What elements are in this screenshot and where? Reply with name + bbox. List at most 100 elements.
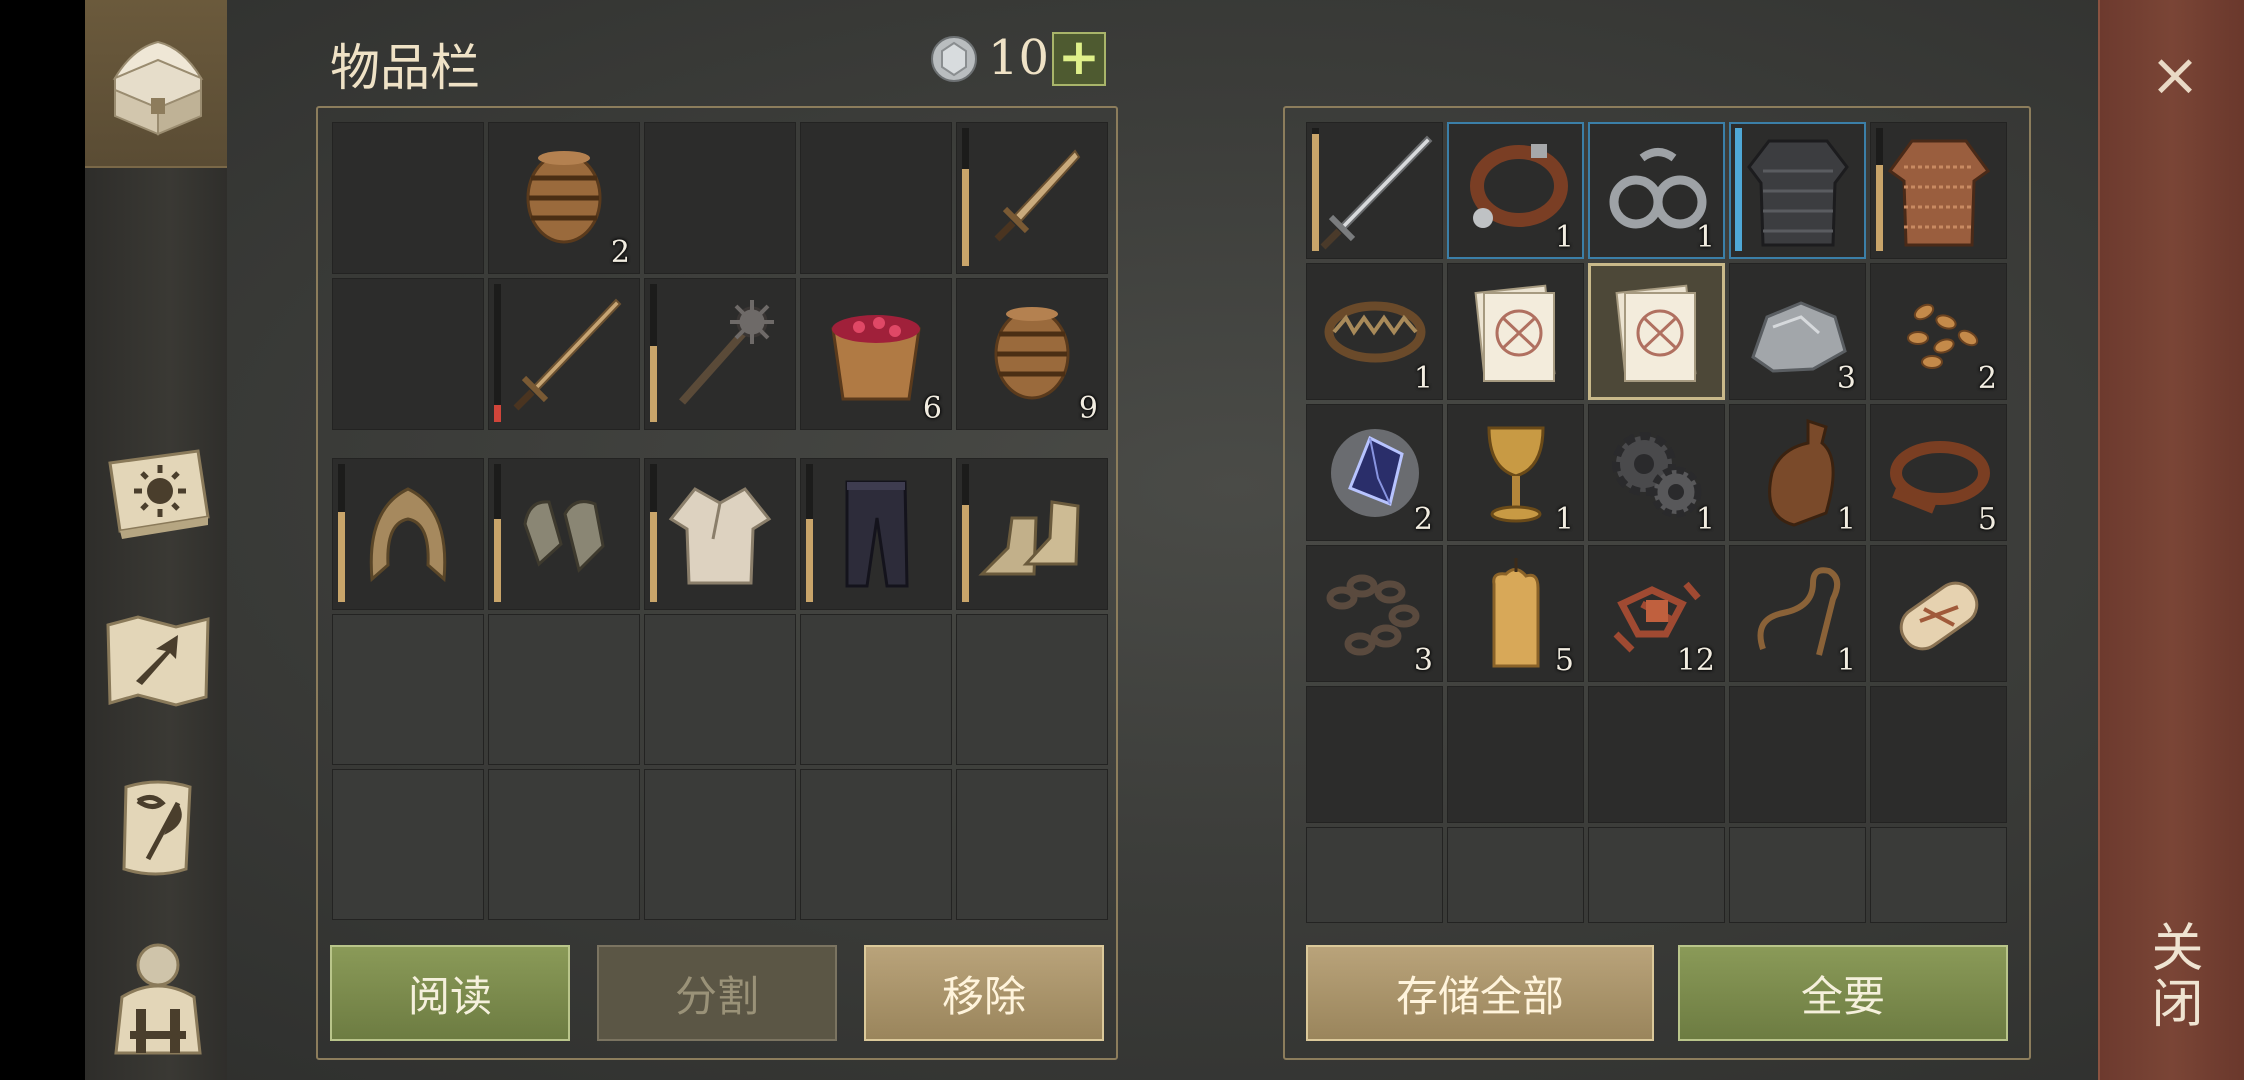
empty-slot[interactable] — [1447, 686, 1584, 823]
item-quantity: 9 — [1078, 391, 1098, 426]
item-quantity: 3 — [1836, 361, 1856, 396]
item-slot[interactable]: 1 — [1447, 404, 1584, 541]
close-icon[interactable]: × — [2140, 40, 2210, 110]
durability-fill — [338, 512, 345, 602]
empty-slot[interactable] — [332, 769, 484, 920]
item-quantity: 1 — [1554, 220, 1574, 255]
item-slot[interactable]: 2 — [488, 122, 640, 274]
item-slot[interactable]: 1 — [1729, 404, 1866, 541]
item-slot[interactable]: 1 — [1447, 122, 1584, 259]
item-slot[interactable]: 1 — [1588, 404, 1725, 541]
empty-slot[interactable] — [956, 614, 1108, 765]
empty-slot[interactable] — [644, 122, 796, 274]
empty-slot[interactable] — [956, 769, 1108, 920]
item-slot[interactable] — [1870, 545, 2007, 682]
character-backpack-icon[interactable] — [95, 932, 220, 1057]
empty-slot[interactable] — [1870, 686, 2007, 823]
screen-bezel — [0, 0, 85, 1080]
take-all-button[interactable]: 全要 — [1678, 945, 2008, 1041]
item-slot[interactable] — [1306, 122, 1443, 259]
durability-fill — [962, 505, 969, 602]
item-slot[interactable]: 3 — [1729, 263, 1866, 400]
remove-button[interactable]: 移除 — [864, 945, 1104, 1041]
close-label[interactable]: 关闭 — [2130, 920, 2210, 1050]
close-panel[interactable] — [2098, 0, 2244, 1080]
empty-slot[interactable] — [644, 614, 796, 765]
item-quantity: 1 — [1836, 643, 1856, 678]
map-arrow-icon[interactable] — [95, 598, 220, 723]
store-all-button[interactable]: 存储全部 — [1306, 945, 1654, 1041]
item-quantity: 1 — [1836, 502, 1856, 537]
empty-slot[interactable] — [488, 614, 640, 765]
equipment-slot[interactable] — [332, 458, 484, 610]
item-slot[interactable] — [1729, 122, 1866, 259]
equipment-grid — [332, 458, 1108, 610]
item-slot[interactable]: 1 — [1306, 263, 1443, 400]
item-slot[interactable] — [1447, 263, 1584, 400]
durability-bar — [1735, 128, 1742, 251]
item-slot[interactable]: 2 — [1870, 263, 2007, 400]
item-slot[interactable]: 12 — [1588, 545, 1725, 682]
sun-book-icon[interactable] — [95, 430, 220, 555]
empty-slot[interactable] — [1306, 686, 1443, 823]
durability-bar — [338, 464, 345, 602]
read-button[interactable]: 阅读 — [330, 945, 570, 1041]
inventory-grid: 2 6 9 — [332, 122, 1108, 430]
equipment-slot[interactable] — [956, 458, 1108, 610]
item-slot[interactable] — [488, 278, 640, 430]
item-quantity: 12 — [1676, 643, 1715, 678]
empty-slot[interactable] — [800, 614, 952, 765]
durability-fill — [494, 519, 501, 602]
item-quantity: 2 — [1977, 361, 1997, 396]
item-quantity: 5 — [1554, 643, 1574, 678]
item-slot[interactable]: 1 — [1588, 122, 1725, 259]
item-slot[interactable]: 9 — [956, 278, 1108, 430]
durability-bar — [494, 284, 501, 422]
item-slot[interactable]: 6 — [800, 278, 952, 430]
item-slot[interactable]: 5 — [1447, 545, 1584, 682]
empty-slot[interactable] — [1870, 827, 2007, 923]
equipment-slot[interactable] — [800, 458, 952, 610]
item-slot[interactable] — [956, 122, 1108, 274]
item-slot[interactable]: 2 — [1306, 404, 1443, 541]
empty-slot[interactable] — [488, 769, 640, 920]
empty-slot[interactable] — [1447, 827, 1584, 923]
durability-fill — [962, 169, 969, 266]
durability-bar — [962, 128, 969, 266]
chest-icon[interactable] — [95, 22, 220, 147]
empty-slot[interactable] — [1588, 827, 1725, 923]
item-slot[interactable] — [1870, 122, 2007, 259]
empty-slot[interactable] — [332, 122, 484, 274]
equipment-slot[interactable] — [488, 458, 640, 610]
durability-fill — [650, 512, 657, 602]
empty-slot[interactable] — [1729, 827, 1866, 923]
inventory-empty-grid — [332, 614, 1108, 920]
empty-slot[interactable] — [332, 614, 484, 765]
durability-bar — [806, 464, 813, 602]
storage-grid: 1 1 1 3 2 2 1 1 1 5 3 5 12 1 — [1306, 122, 2008, 924]
item-slot[interactable]: 1 — [1729, 545, 1866, 682]
durability-bar — [1876, 128, 1883, 251]
empty-slot[interactable] — [1306, 827, 1443, 923]
add-coins-button[interactable]: + — [1052, 32, 1106, 86]
empty-slot[interactable] — [800, 769, 952, 920]
empty-slot[interactable] — [644, 769, 796, 920]
item-quantity: 1 — [1554, 502, 1574, 537]
empty-slot[interactable] — [800, 122, 952, 274]
item-slot[interactable]: 3 — [1306, 545, 1443, 682]
silver-coin-icon — [930, 35, 978, 83]
empty-slot[interactable] — [1729, 686, 1866, 823]
game-screen: 物品栏 10 + 2 6 9 1 1 1 3 2 2 1 1 1 5 3 5 12 1 阅读 分割 移除 存储… — [0, 0, 2244, 1080]
item-quantity: 1 — [1413, 361, 1433, 396]
empty-slot[interactable] — [1588, 686, 1725, 823]
item-slot[interactable]: 5 — [1870, 404, 2007, 541]
item-slot[interactable] — [1588, 263, 1725, 400]
equipment-slot[interactable] — [644, 458, 796, 610]
item-quantity: 6 — [922, 391, 942, 426]
durability-fill — [806, 519, 813, 602]
empty-slot[interactable] — [332, 278, 484, 430]
item-quantity: 1 — [1695, 502, 1715, 537]
scroll-quill-icon[interactable] — [95, 765, 220, 890]
split-button[interactable]: 分割 — [597, 945, 837, 1041]
item-slot[interactable] — [644, 278, 796, 430]
